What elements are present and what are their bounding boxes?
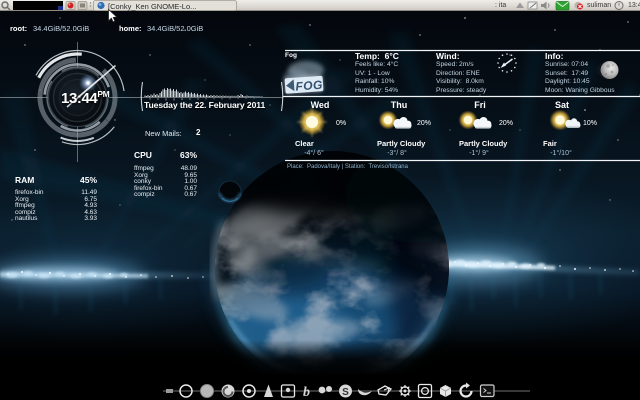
svg-text:FOG: FOG <box>295 78 323 94</box>
svg-text:b: b <box>303 385 310 400</box>
svg-text:S: S <box>342 387 349 398</box>
